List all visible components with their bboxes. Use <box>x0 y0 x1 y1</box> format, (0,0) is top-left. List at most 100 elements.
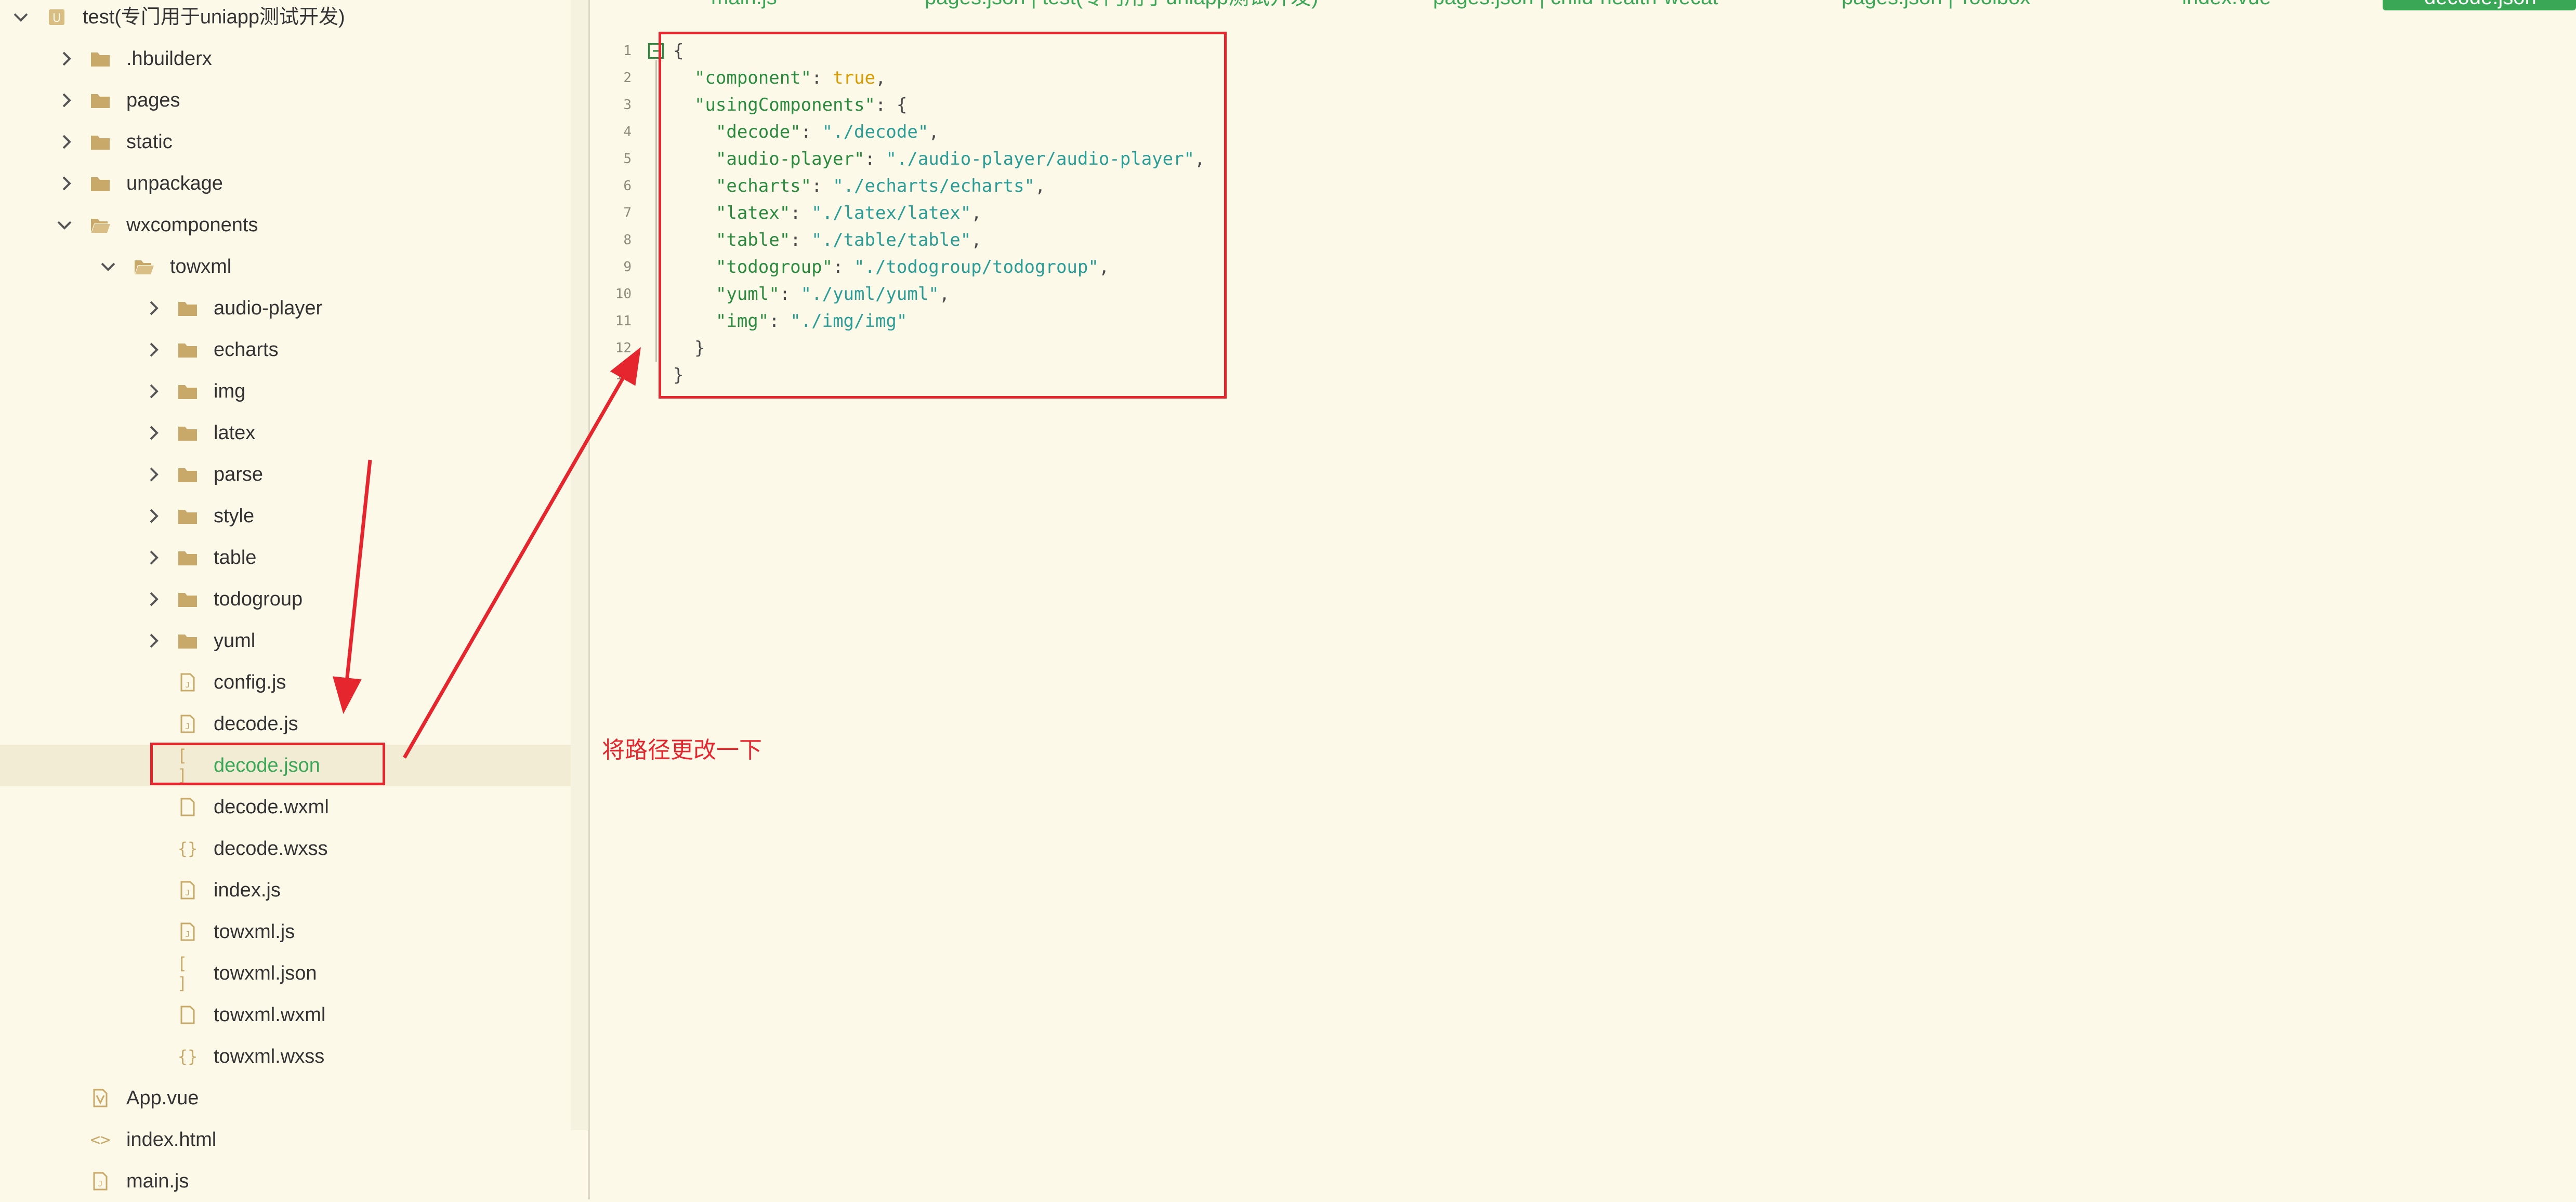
js-file-icon: J <box>177 880 198 901</box>
folder-item[interactable]: yuml <box>0 620 571 662</box>
chevron-right-icon[interactable] <box>143 547 164 568</box>
chevron-right-icon[interactable] <box>143 589 164 610</box>
editor-tab[interactable]: decode.json <box>2383 0 2576 10</box>
tree-item-label: todogroup <box>214 588 303 610</box>
folder-icon <box>90 48 111 69</box>
chevron-right-icon[interactable] <box>143 506 164 526</box>
tree-item-label: style <box>214 505 255 527</box>
chevron-right-icon[interactable] <box>56 131 77 152</box>
tree-item-label: latex <box>214 422 256 444</box>
tree-item-label: decode.js <box>214 713 298 735</box>
editor-tab[interactable]: main.js <box>711 0 777 10</box>
editor-tab[interactable]: pages.json | Toolbox <box>1842 0 2030 10</box>
tree-item-label: decode.wxml <box>214 796 329 818</box>
folder-item[interactable]: static <box>0 121 571 163</box>
folder-item[interactable]: unpackage <box>0 163 571 204</box>
file-item[interactable]: App.vue <box>0 1077 571 1119</box>
fold-guide-line <box>655 60 657 362</box>
folder-item[interactable]: style <box>0 495 571 537</box>
tree-item-label: towxml.json <box>214 962 317 984</box>
svg-text:J: J <box>98 1179 102 1188</box>
folder-icon <box>177 589 198 610</box>
vue-file-icon <box>90 1088 111 1108</box>
editor-tab[interactable]: pages.json | test(专门用于uniapp测试开发) <box>925 0 1318 10</box>
tree-item-label: test(专门用于uniapp测试开发) <box>83 6 345 28</box>
js-file-icon: J <box>177 714 198 734</box>
chevron-right-icon[interactable] <box>143 464 164 485</box>
file-item[interactable]: towxml.wxml <box>0 994 571 1036</box>
code-highlight-box <box>659 32 1227 399</box>
folder-open-icon <box>90 215 111 235</box>
file-item[interactable]: Jmain.js <box>0 1160 571 1202</box>
tree-item-label: static <box>126 131 173 153</box>
tree-item-label: yuml <box>214 630 256 652</box>
chevron-right-icon[interactable] <box>56 90 77 111</box>
file-item[interactable]: <> index.html <box>0 1119 571 1160</box>
folder-item[interactable]: pages <box>0 80 571 121</box>
js-file-icon: J <box>177 672 198 693</box>
tree-item-label: pages <box>126 89 180 111</box>
chevron-down-icon[interactable] <box>10 7 31 28</box>
chevron-right-icon[interactable] <box>143 381 164 402</box>
folder-item[interactable]: latex <box>0 412 571 454</box>
editor-tab[interactable]: pages.json | child-health-wecat <box>1433 0 1718 10</box>
file-item[interactable]: {} decode.wxss <box>0 828 571 869</box>
folder-icon <box>177 464 198 485</box>
folder-icon <box>177 547 198 568</box>
folder-item[interactable]: audio-player <box>0 287 571 329</box>
tree-item-label: index.js <box>214 879 281 901</box>
folder-item[interactable]: .hbuilderx <box>0 38 571 80</box>
folder-item[interactable]: table <box>0 537 571 578</box>
file-item[interactable]: Jindex.js <box>0 869 571 911</box>
folder-item[interactable]: todogroup <box>0 578 571 620</box>
chevron-down-icon[interactable] <box>54 215 75 235</box>
chevron-down-icon[interactable] <box>98 256 119 277</box>
chevron-right-icon[interactable] <box>143 422 164 443</box>
file-item[interactable]: [ ] towxml.json <box>0 953 571 994</box>
line-number: 9 <box>623 259 632 275</box>
line-number: 13 <box>615 367 632 383</box>
selection-highlight-box <box>150 743 385 785</box>
chevron-right-icon[interactable] <box>56 173 77 194</box>
svg-text:J: J <box>185 888 190 897</box>
project-item[interactable]: Utest(专门用于uniapp测试开发) <box>0 0 571 38</box>
file-item[interactable]: {} towxml.wxss <box>0 1036 571 1077</box>
folder-icon <box>90 131 111 152</box>
folder-icon <box>177 339 198 360</box>
line-number: 7 <box>623 205 632 221</box>
chevron-right-icon[interactable] <box>143 298 164 319</box>
file-item[interactable]: Jconfig.js <box>0 662 571 703</box>
folder-item[interactable]: wxcomponents <box>0 204 571 246</box>
tree-item-label: decode.wxss <box>214 838 328 860</box>
tree-item-label: unpackage <box>126 173 223 194</box>
line-number: 11 <box>615 313 632 329</box>
tree-item-label: index.html <box>126 1129 217 1151</box>
tree-item-label: towxml.js <box>214 921 295 943</box>
folder-item[interactable]: echarts <box>0 329 571 371</box>
explorer-scrollbar[interactable] <box>571 0 588 1130</box>
tree-item-label: towxml.wxml <box>214 1004 326 1026</box>
css-file-icon: {} <box>177 839 198 858</box>
folder-item[interactable]: towxml <box>0 246 571 287</box>
folder-item[interactable]: img <box>0 371 571 412</box>
tree-item-label: parse <box>214 464 264 485</box>
folder-icon <box>177 381 198 402</box>
tree-item-label: towxml.wxss <box>214 1046 325 1067</box>
chevron-right-icon[interactable] <box>143 630 164 651</box>
svg-text:J: J <box>185 930 190 939</box>
file-item[interactable]: Jdecode.js <box>0 703 571 745</box>
chevron-right-icon[interactable] <box>56 48 77 69</box>
file-item[interactable]: Jtowxml.js <box>0 911 571 953</box>
line-number: 1 <box>623 43 632 59</box>
js-file-icon: J <box>177 921 198 942</box>
svg-text:U: U <box>52 12 61 25</box>
project-icon: U <box>46 7 67 28</box>
tree-item-label: audio-player <box>214 297 323 319</box>
chevron-right-icon[interactable] <box>143 339 164 360</box>
folder-icon <box>177 630 198 651</box>
folder-icon <box>90 173 111 194</box>
editor-tab[interactable]: index.vue <box>2182 0 2271 10</box>
folder-item[interactable]: parse <box>0 454 571 495</box>
tree-item-label: towxml <box>170 256 232 278</box>
file-item[interactable]: decode.wxml <box>0 786 571 828</box>
